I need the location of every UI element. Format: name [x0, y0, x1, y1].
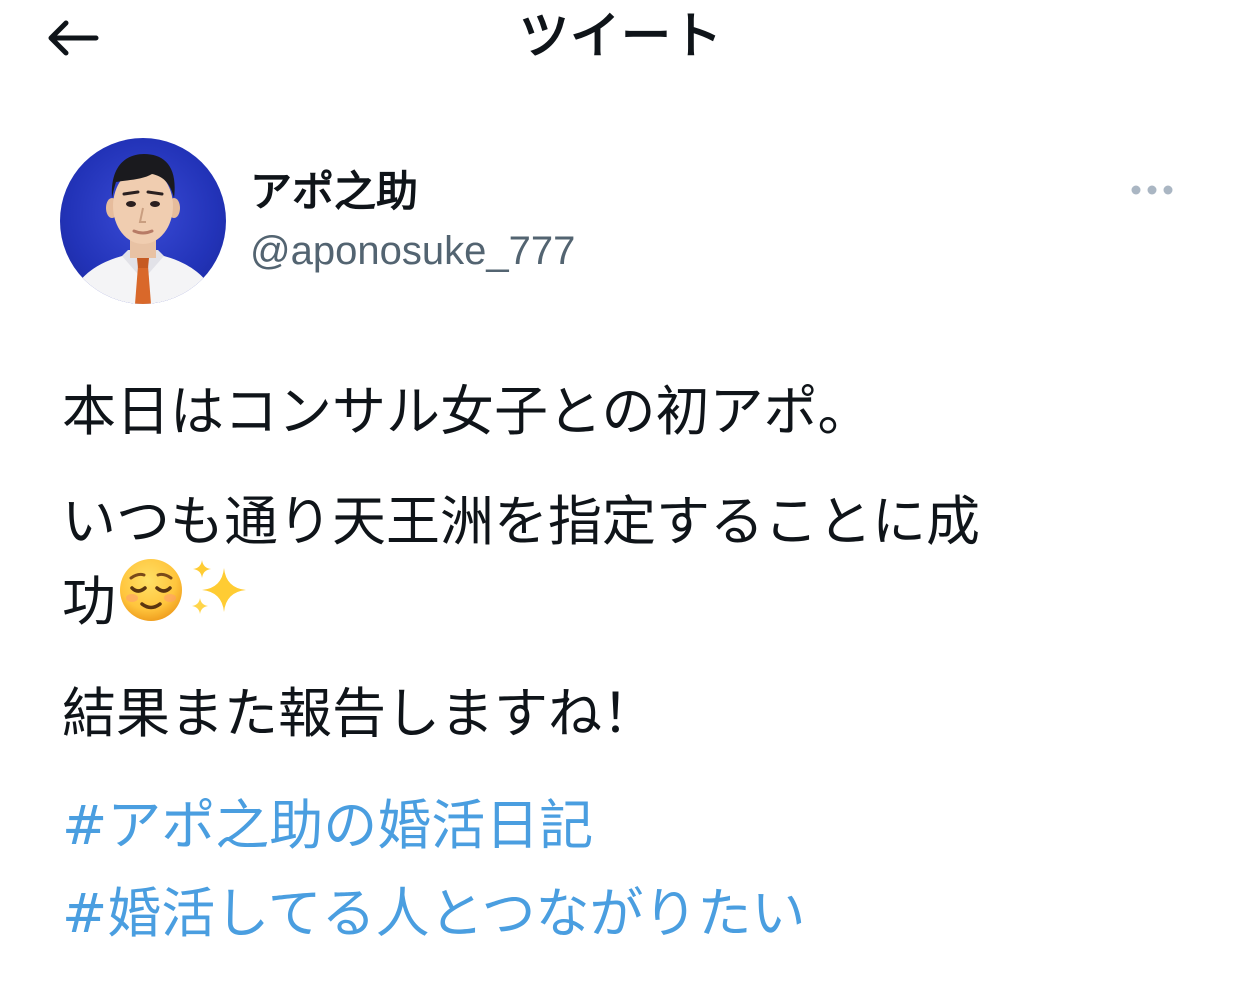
sparkles-icon	[186, 554, 256, 646]
top-bar: ツイート	[0, 0, 1242, 80]
tweet-text: 本日はコンサル女子との初アポ。 いつも通り天王洲を指定することに成 功 結果また…	[62, 372, 1202, 958]
tweet-author: アポ之助 @aponosuke_777	[60, 138, 1200, 308]
tweet-line: いつも通り天王洲を指定することに成	[62, 490, 980, 553]
relieved-face-icon	[116, 554, 186, 646]
tweet-line: 功	[62, 559, 1202, 646]
hashtag-link[interactable]: #婚活してる人とつながりたい	[62, 870, 1202, 958]
display-name[interactable]: アポ之助	[250, 166, 418, 218]
more-dots-icon	[1131, 185, 1173, 195]
user-handle: @aponosuke_777	[250, 229, 576, 273]
avatar-illustration	[70, 154, 216, 304]
more-options-button[interactable]	[1124, 172, 1180, 208]
tweet-line: 本日はコンサル女子との初アポ。	[62, 380, 872, 443]
hashtag-link[interactable]: #アポ之助の婚活日記	[62, 782, 1202, 870]
tweet-line-text: 功	[62, 570, 116, 633]
avatar[interactable]	[60, 138, 226, 304]
tweet-line: 結果また報告しますね！	[62, 682, 656, 746]
page-title: ツイート	[519, 7, 723, 65]
